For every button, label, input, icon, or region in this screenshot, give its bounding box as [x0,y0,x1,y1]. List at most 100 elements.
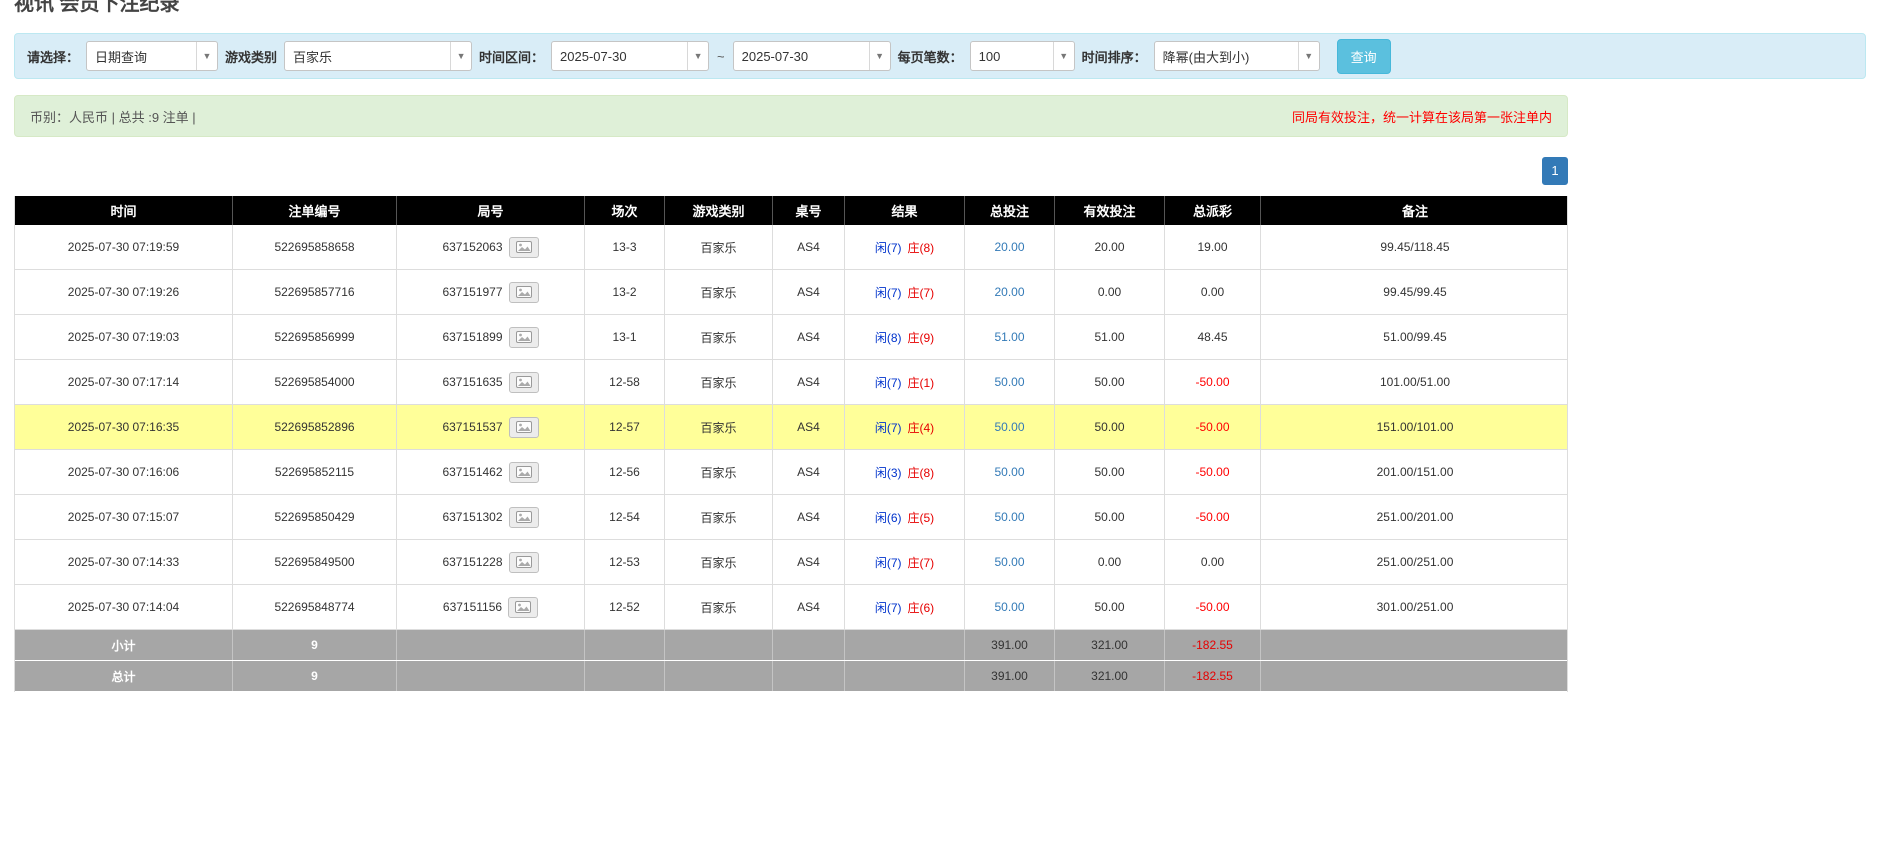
cell-game-type: 百家乐 [665,225,773,269]
empty-cell [665,661,773,691]
image-icon [515,376,532,388]
cell-total-bet: 20.00 [965,270,1055,314]
cell-session: 12-58 [585,360,665,404]
cell-payout: 0.00 [1165,540,1261,584]
cell-time: 2025-07-30 07:19:26 [15,270,233,314]
result-player: 闲(7) [874,240,902,255]
round-snapshot-button[interactable] [508,461,539,483]
total-bet-link[interactable]: 51.00 [994,330,1024,344]
cell-time: 2025-07-30 07:16:06 [15,450,233,494]
image-icon [515,331,532,343]
subtotal-label: 小计 [15,630,233,660]
cell-payout: 48.45 [1165,315,1261,359]
cell-session: 12-54 [585,495,665,539]
time-sort-select[interactable]: 降幂(由大到小) ▼ [1153,41,1320,71]
cell-total-bet: 50.00 [965,585,1055,629]
total-payout: -182.55 [1165,661,1261,691]
cell-total-bet: 50.00 [965,405,1055,449]
page-size-select[interactable]: 100 ▼ [969,41,1075,71]
cell-bet-id: 522695858658 [233,225,397,269]
column-header: 局号 [397,196,585,225]
round-snapshot-button[interactable] [508,416,539,438]
cell-time: 2025-07-30 07:19:59 [15,225,233,269]
cell-result: 闲(7) 庄(1) [845,360,965,404]
result-banker: 庄(7) [907,285,935,300]
total-total-bet: 391.00 [965,661,1055,691]
cell-table-no: AS4 [773,270,845,314]
round-snapshot-button[interactable] [508,281,539,303]
empty-cell [1261,661,1569,691]
cell-result: 闲(7) 庄(6) [845,585,965,629]
cell-total-bet: 50.00 [965,495,1055,539]
image-icon [515,241,532,253]
result-player: 闲(3) [874,465,902,480]
page-size-value: 100 [978,48,1001,64]
cell-result: 闲(7) 庄(7) [845,540,965,584]
cell-table-no: AS4 [773,315,845,359]
page-title-clip: 视讯 会员下注纪录 [14,0,1880,13]
round-snapshot-button[interactable] [508,236,539,258]
cell-result: 闲(6) 庄(5) [845,495,965,539]
total-bet-link[interactable]: 50.00 [994,510,1024,524]
round-number: 637151977 [442,285,503,299]
round-snapshot-button[interactable] [508,371,539,393]
page-button-1[interactable]: 1 [1542,157,1568,185]
cell-valid-bet: 50.00 [1055,405,1165,449]
cell-valid-bet: 0.00 [1055,270,1165,314]
cell-game-type: 百家乐 [665,540,773,584]
result-banker: 庄(1) [907,375,935,390]
cell-total-bet: 50.00 [965,360,1055,404]
cell-payout: -50.00 [1165,585,1261,629]
query-type-select[interactable]: 日期查询 ▼ [86,41,219,71]
cell-valid-bet: 50.00 [1055,495,1165,539]
cell-note: 51.00/99.45 [1383,330,1447,344]
round-number: 637151537 [442,420,503,434]
result-player: 闲(6) [874,510,902,525]
query-type-value: 日期查询 [95,49,148,65]
total-label: 总计 [15,661,233,691]
game-type-value: 百家乐 [293,49,333,65]
time-sort-value: 降幂(由大到小) [1162,49,1250,65]
total-bet-link[interactable]: 50.00 [994,555,1024,569]
total-bet-link[interactable]: 50.00 [994,600,1024,614]
total-bet-link[interactable]: 50.00 [994,375,1024,389]
bet-records-table: 时间 注单编号 局号 场次 游戏类别 桌号 结果 总投注 有效投注 总派彩 备注 2025-07-3… [14,196,1568,692]
cell-payout: -50.00 [1165,405,1261,449]
table-row: 2025-07-30 07:16:06 522695852115 637151462… [15,450,1567,495]
column-header: 注单编号 [233,196,397,225]
game-type-select[interactable]: 百家乐 ▼ [284,41,473,71]
cell-time: 2025-07-30 07:15:07 [15,495,233,539]
table-footer: 小计 9 391.00 321.00 -182.55 总计 9 391.00 321.00 -18… [15,630,1567,692]
cell-valid-bet: 20.00 [1055,225,1165,269]
chevron-down-icon: ▼ [450,42,471,70]
total-bet-link[interactable]: 50.00 [994,420,1024,434]
round-number: 637151228 [442,555,503,569]
subtotal-payout: -182.55 [1165,630,1261,660]
cell-total-bet: 50.00 [965,450,1055,494]
image-icon [515,601,532,613]
query-button[interactable]: 查询 [1336,38,1391,74]
column-header: 总派彩 [1165,196,1261,225]
query-type-label: 请选择： [27,49,80,65]
image-icon [515,466,532,478]
cell-note: 151.00/101.00 [1376,420,1454,434]
summary-bar: 币别：人民币 | 总共 :9 注单 | 同局有效投注，统一计算在该局第一张注单内 [14,95,1568,137]
total-bet-link[interactable]: 20.00 [994,240,1024,254]
total-row: 总计 9 391.00 321.00 -182.55 [15,661,1567,692]
round-snapshot-button[interactable] [508,596,539,618]
column-header: 游戏类别 [665,196,773,225]
cell-note: 301.00/251.00 [1376,600,1454,614]
date-to-picker[interactable]: 2025-07-30 ▼ [732,41,891,71]
empty-cell [1261,630,1569,660]
total-bet-link[interactable]: 20.00 [994,285,1024,299]
empty-cell [773,630,845,660]
cell-bet-id: 522695857716 [233,270,397,314]
cell-valid-bet: 51.00 [1055,315,1165,359]
total-bet-link[interactable]: 50.00 [994,465,1024,479]
round-snapshot-button[interactable] [508,506,539,528]
cell-note: 101.00/51.00 [1379,375,1451,389]
date-from-picker[interactable]: 2025-07-30 ▼ [551,41,710,71]
round-snapshot-button[interactable] [508,326,539,348]
chevron-down-icon: ▼ [1297,42,1319,70]
round-snapshot-button[interactable] [508,551,539,573]
